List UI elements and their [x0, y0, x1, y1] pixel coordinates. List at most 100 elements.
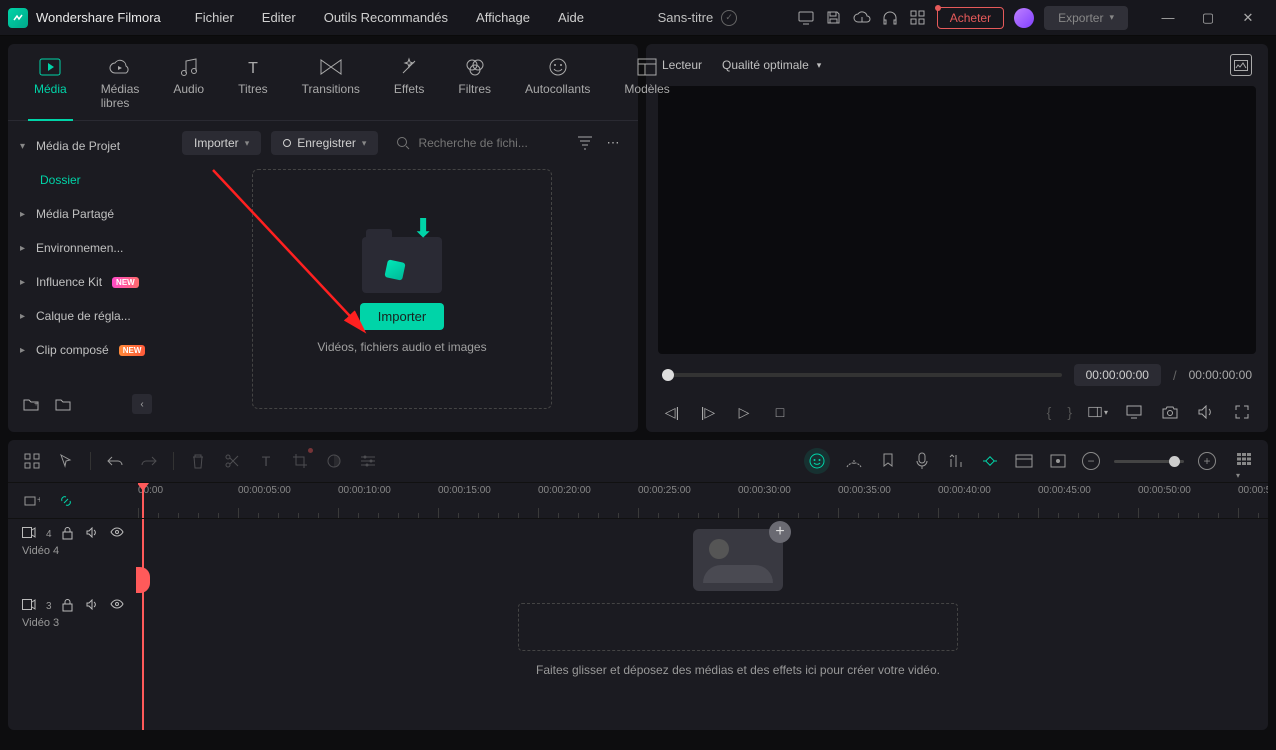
mark-in-icon[interactable]: {	[1047, 404, 1052, 420]
search-input[interactable]	[418, 136, 558, 150]
sidebar-item-influence-kit[interactable]: ▸Influence KitNEW	[8, 265, 166, 299]
lock-icon[interactable]	[62, 527, 76, 541]
zoom-in-button[interactable]: +	[1198, 452, 1216, 470]
ruler-tick: 00:00:30:00	[738, 483, 838, 518]
minimize-button[interactable]: —	[1148, 3, 1188, 33]
chevron-right-icon: ▸	[20, 345, 30, 356]
player-viewport[interactable]	[658, 86, 1256, 354]
sidebar-item-shared-media[interactable]: ▸Média Partagé	[8, 197, 166, 231]
tab-stickers[interactable]: Autocollants	[519, 52, 596, 120]
track-dropzone[interactable]	[518, 603, 958, 651]
render-icon[interactable]	[1014, 451, 1034, 471]
maximize-button[interactable]: ▢	[1188, 3, 1228, 33]
filter-icon[interactable]	[576, 134, 594, 152]
record-dropdown[interactable]: Enregistrer▾	[271, 131, 378, 155]
tracks-area[interactable]: + Faites glisser et déposez des médias e…	[138, 519, 1268, 730]
zoom-out-button[interactable]: −	[1082, 452, 1100, 470]
delete-icon[interactable]	[188, 451, 208, 471]
link-icon[interactable]	[56, 491, 76, 511]
split-icon[interactable]	[222, 451, 242, 471]
timeline-view-icon[interactable]: ▾	[1236, 452, 1254, 470]
sidebar-item-project-media[interactable]: ▾Média de Projet	[8, 129, 166, 163]
visibility-icon[interactable]	[110, 527, 124, 541]
import-dropzone[interactable]: ⬇ Importer Vidéos, fichiers audio et ima…	[252, 169, 552, 409]
menu-tools[interactable]: Outils Recommandés	[310, 4, 462, 31]
player-panel: Lecteur Qualité optimale▾ 00:00:00:00 / …	[646, 44, 1268, 432]
color-icon[interactable]	[324, 451, 344, 471]
import-button[interactable]: Importer	[360, 303, 444, 330]
visibility-icon[interactable]	[110, 599, 124, 613]
headphones-icon[interactable]	[881, 9, 899, 27]
new-bin-icon[interactable]	[54, 395, 72, 413]
volume-icon[interactable]	[1196, 402, 1216, 422]
ruler-body[interactable]: 00:0000:00:05:0000:00:10:0000:00:15:0000…	[138, 483, 1268, 518]
menu-edit[interactable]: Editer	[248, 4, 310, 31]
track-label: Vidéo 4	[22, 545, 124, 557]
tab-templates[interactable]: Modèles	[618, 52, 675, 120]
ai-icon[interactable]	[804, 448, 830, 474]
mute-icon[interactable]	[86, 527, 100, 541]
snapshot-settings-icon[interactable]	[1230, 54, 1252, 76]
undo-icon[interactable]	[105, 451, 125, 471]
tab-titles[interactable]: TTitres	[232, 52, 274, 120]
quality-label: Qualité optimale	[722, 58, 809, 72]
audio-mix-icon[interactable]	[946, 451, 966, 471]
mute-icon[interactable]	[86, 599, 100, 613]
playhead-handle[interactable]	[136, 567, 150, 593]
export-button[interactable]: Exporter▾	[1044, 6, 1128, 30]
play-button[interactable]: ▷	[734, 402, 754, 422]
new-folder-icon[interactable]: +	[22, 395, 40, 413]
marker-icon[interactable]	[878, 451, 898, 471]
tab-label: Effets	[394, 82, 424, 96]
apps-icon[interactable]	[909, 9, 927, 27]
track-add-icon[interactable]: +	[22, 491, 42, 511]
sidebar-item-compound-clip[interactable]: ▸Clip composéNEW	[8, 333, 166, 367]
menu-help[interactable]: Aide	[544, 4, 598, 31]
ratio-icon[interactable]: ▾	[1088, 402, 1108, 422]
scrubber[interactable]	[662, 373, 1062, 377]
menu-file[interactable]: Fichier	[181, 4, 248, 31]
keyframe-icon[interactable]	[980, 451, 1000, 471]
screen-icon[interactable]	[797, 9, 815, 27]
playhead[interactable]	[142, 483, 144, 518]
plus-icon[interactable]: +	[769, 521, 791, 543]
close-button[interactable]: ✕	[1228, 3, 1268, 33]
media-placeholder-icon[interactable]: +	[693, 529, 783, 591]
more-icon[interactable]: ⋯	[604, 134, 622, 152]
save-icon[interactable]	[825, 9, 843, 27]
sidebar-item-adjustment-layer[interactable]: ▸Calque de régla...	[8, 299, 166, 333]
import-dropdown[interactable]: Importer▾	[182, 131, 261, 155]
tab-media[interactable]: Média	[28, 52, 73, 120]
adjust-icon[interactable]	[358, 451, 378, 471]
sidebar-item-folder[interactable]: Dossier	[8, 163, 166, 197]
export-frame-icon[interactable]	[1048, 451, 1068, 471]
crop-icon[interactable]	[290, 451, 310, 471]
stop-button[interactable]: □	[770, 402, 790, 422]
mic-icon[interactable]	[912, 451, 932, 471]
quality-selector[interactable]: Qualité optimale▾	[722, 58, 821, 72]
lock-icon[interactable]	[62, 599, 76, 613]
user-avatar[interactable]	[1014, 8, 1034, 28]
tab-audio[interactable]: Audio	[167, 52, 210, 120]
tab-transitions[interactable]: Transitions	[296, 52, 366, 120]
speed-icon[interactable]	[844, 451, 864, 471]
cursor-icon[interactable]	[56, 451, 76, 471]
zoom-slider[interactable]	[1114, 460, 1184, 463]
snapshot-icon[interactable]	[1160, 402, 1180, 422]
text-tool-icon[interactable]: T	[256, 451, 276, 471]
redo-icon[interactable]	[139, 451, 159, 471]
next-frame-button[interactable]: |▷	[698, 402, 718, 422]
prev-frame-button[interactable]: ◁|	[662, 402, 682, 422]
tab-effects[interactable]: Effets	[388, 52, 430, 120]
mark-out-icon[interactable]: }	[1067, 404, 1072, 420]
cloud-icon[interactable]	[853, 9, 871, 27]
menu-view[interactable]: Affichage	[462, 4, 544, 31]
fullscreen-icon[interactable]	[1232, 402, 1252, 422]
collapse-sidebar-button[interactable]: ‹	[132, 394, 152, 414]
layout-icon[interactable]	[22, 451, 42, 471]
tab-stock[interactable]: Médias libres	[95, 52, 146, 120]
sidebar-item-environment[interactable]: ▸Environnemen...	[8, 231, 166, 265]
tab-filters[interactable]: Filtres	[452, 52, 497, 120]
buy-button[interactable]: Acheter	[937, 7, 1004, 29]
display-icon[interactable]	[1124, 402, 1144, 422]
